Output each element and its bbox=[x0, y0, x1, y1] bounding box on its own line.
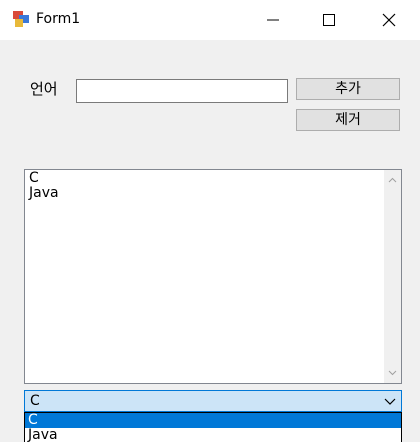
remove-button[interactable]: 제거 bbox=[296, 109, 400, 131]
minimize-icon bbox=[267, 19, 279, 21]
window-title: Form1 bbox=[36, 11, 81, 27]
winforms-app-icon bbox=[13, 11, 29, 27]
list-item[interactable]: C bbox=[29, 171, 59, 186]
language-label: 언어 bbox=[30, 80, 58, 98]
dropdown-option[interactable]: Java bbox=[25, 428, 401, 442]
close-icon bbox=[382, 13, 396, 27]
list-item[interactable]: Java bbox=[29, 186, 59, 201]
language-input[interactable] bbox=[76, 79, 288, 103]
combobox-selected-value: C bbox=[30, 393, 40, 409]
add-button[interactable]: 추가 bbox=[296, 78, 400, 100]
language-listbox[interactable]: C Java bbox=[24, 169, 402, 384]
close-button[interactable] bbox=[366, 0, 412, 40]
title-bar[interactable]: Form1 bbox=[0, 0, 420, 40]
listbox-scrollbar[interactable] bbox=[384, 170, 401, 383]
dropdown-option[interactable]: C bbox=[25, 413, 401, 428]
minimize-button[interactable] bbox=[250, 0, 296, 40]
scroll-up-icon[interactable] bbox=[388, 176, 397, 185]
maximize-icon bbox=[323, 14, 335, 26]
language-combobox[interactable]: C bbox=[24, 390, 402, 412]
scroll-down-icon[interactable] bbox=[388, 368, 397, 377]
chevron-down-icon[interactable] bbox=[384, 396, 396, 406]
maximize-button[interactable] bbox=[306, 0, 352, 40]
combobox-dropdown[interactable]: C Java bbox=[24, 412, 402, 442]
